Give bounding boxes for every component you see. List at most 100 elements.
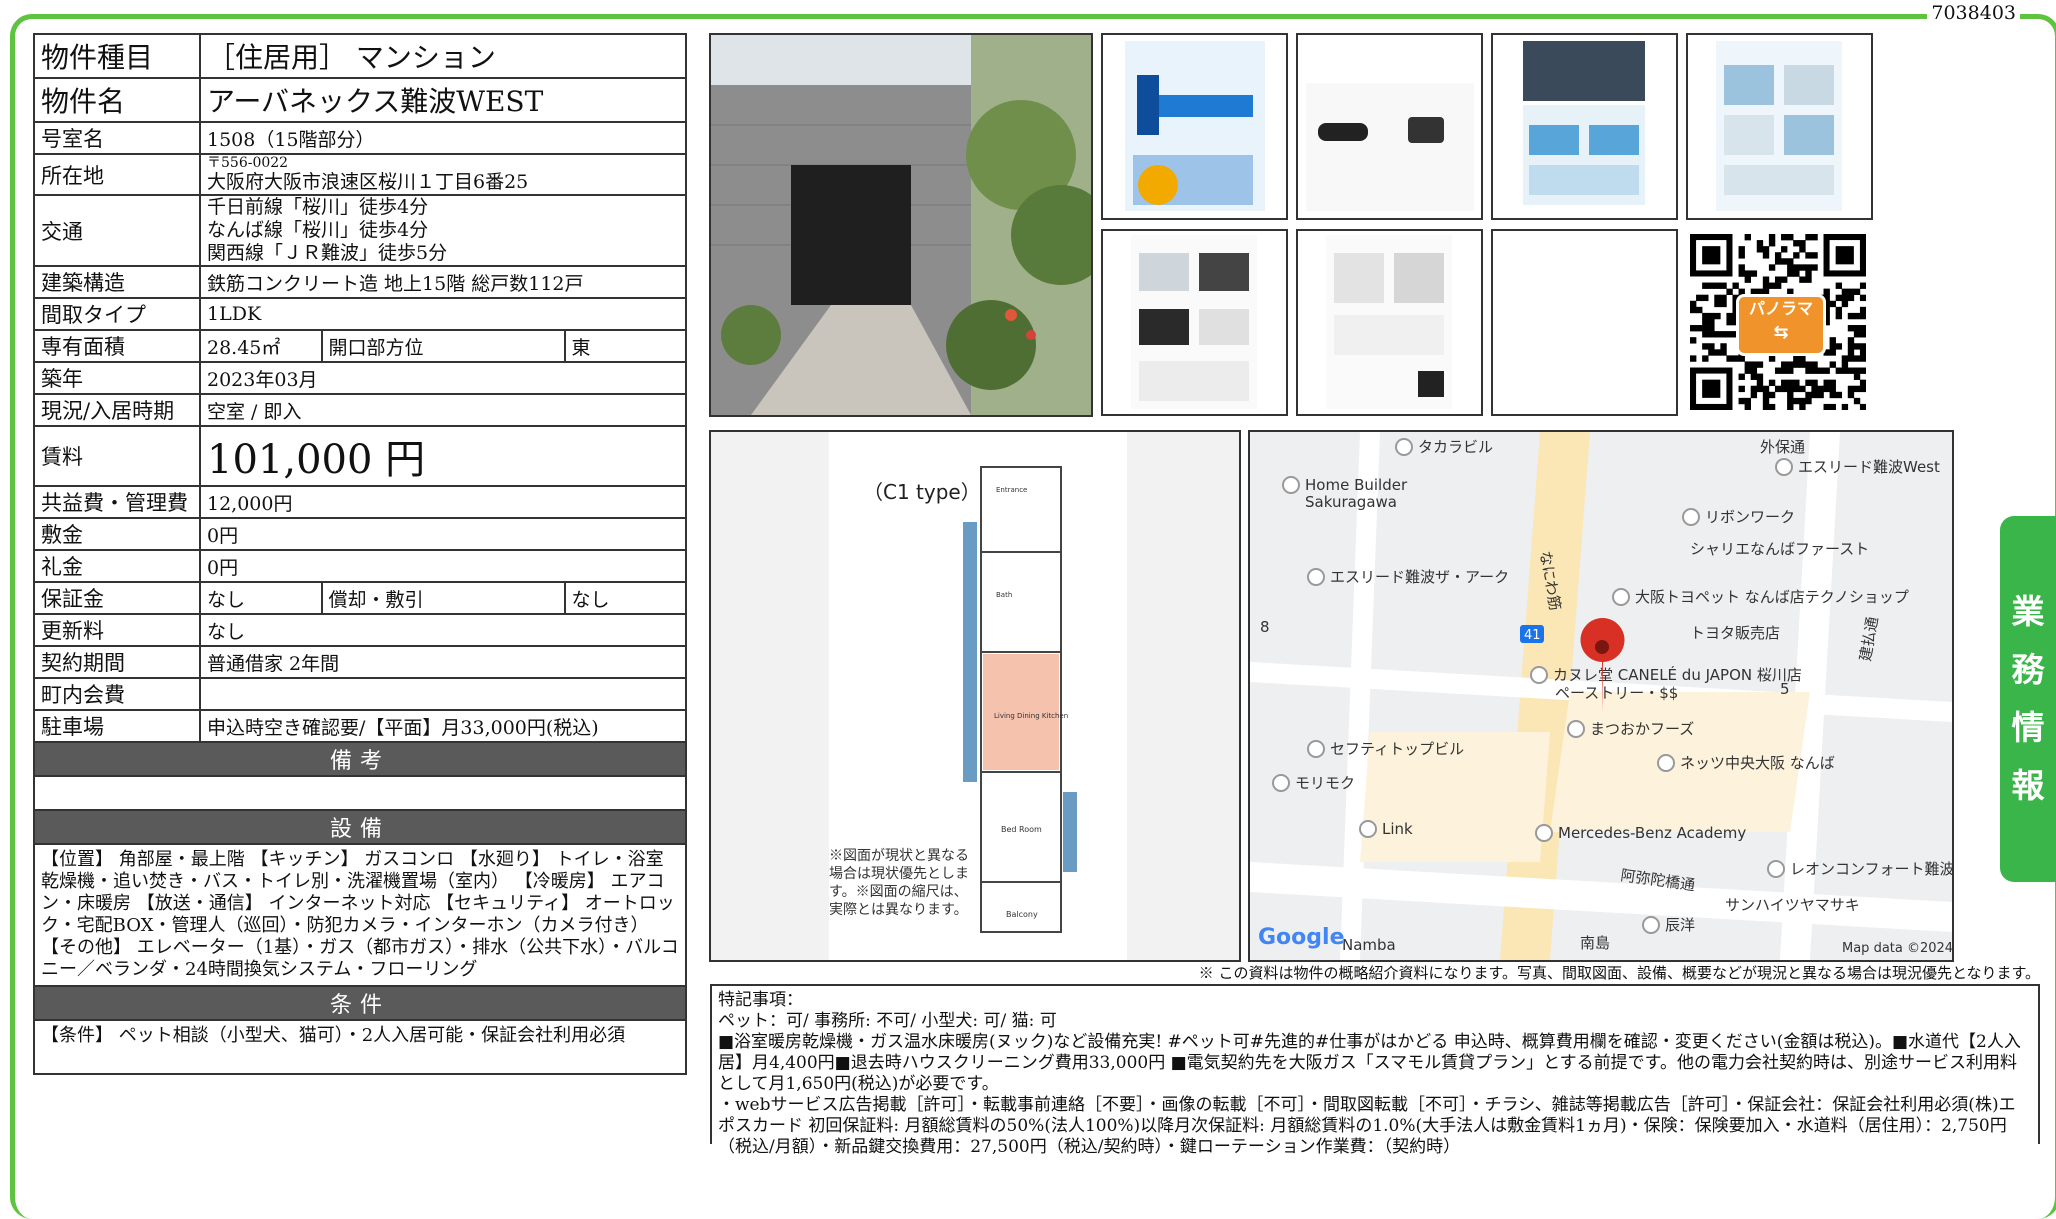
map-label: レオンコンフォート難波 <box>1790 860 1952 878</box>
built-value: 2023年03月 <box>199 361 687 395</box>
amortization-value: なし <box>563 581 687 615</box>
renewal-label: 更新料 <box>33 613 201 647</box>
map-label: ネッツ中央大阪 なんば <box>1680 754 1835 772</box>
access-label: 交通 <box>33 194 201 267</box>
building-photo <box>709 33 1093 417</box>
map-poi-pin-icon[interactable] <box>1657 754 1675 772</box>
deposit-label: 敷金 <box>33 517 201 551</box>
area-value: 28.45㎡ <box>199 329 323 363</box>
side-tab-char: 情 <box>2011 708 2045 747</box>
access-line: なんば線「桜川」徒歩4分 <box>207 219 429 241</box>
guarantee-value: なし <box>199 581 323 615</box>
room-label: 号室名 <box>33 121 201 155</box>
map-label: 5 <box>1780 680 1790 698</box>
business-info-tab[interactable]: 業 務 情 報 <box>2000 516 2056 882</box>
deposit-value: 0円 <box>199 517 687 551</box>
special-notes: 特記事項： ペット：可/ 事務所: 不可/ 小型犬: 可/ 猫: 可 ■浴室暖房… <box>710 984 2040 1157</box>
access-line: 千日前線「桜川」徒歩4分 <box>207 196 429 218</box>
location-map[interactable]: タカラビル 外保通 エスリード難波West Home Builder Sakuragaw… <box>1248 430 1954 962</box>
map-label: モリモク <box>1295 774 1355 792</box>
map-label: カヌレ堂 CANELÉ du JAPON 桜川店 <box>1553 665 1802 684</box>
brochure-thumb-rooms <box>1101 229 1288 416</box>
map-label: Namba <box>1342 936 1396 954</box>
map-label: 辰洋 <box>1665 916 1695 934</box>
structure-value: 鉄筋コンクリート造 地上15階 総戸数112戸 <box>199 265 687 299</box>
map-label: サンハイツヤマサキ <box>1725 896 1860 914</box>
address-label: 所在地 <box>33 153 201 196</box>
status-label: 現況/入居時期 <box>33 393 201 427</box>
built-label: 築年 <box>33 361 201 395</box>
brochure-thumb-speaker <box>1296 33 1483 220</box>
map-poi-pin-icon[interactable] <box>1307 568 1325 586</box>
map-label: 南島 <box>1580 934 1610 952</box>
map-poi-pin-icon[interactable] <box>1612 588 1630 606</box>
building-photo-art <box>711 35 1091 415</box>
map-poi-pin-icon[interactable] <box>1307 740 1325 758</box>
spec-table: 物件種目 ［住居用］ マンション 物件名 アーバネックス難波WEST 号室名 1508… <box>33 33 687 1075</box>
rent-value: 101,000 円 <box>199 425 687 487</box>
map-poi-pin-icon[interactable] <box>1767 860 1785 878</box>
map-poi-pin-icon[interactable] <box>1535 824 1553 842</box>
area-label: 専有面積 <box>33 329 201 363</box>
route-shield-label: 41 <box>1524 628 1541 643</box>
parking-label: 駐車場 <box>33 709 201 743</box>
panorama-qr-code[interactable]: パノラマ ⇆ <box>1690 234 1867 411</box>
side-tab-char: 報 <box>2011 766 2045 805</box>
brochure-thumb-blank <box>1491 229 1678 416</box>
direction-value: 東 <box>563 329 687 363</box>
bath-label: Bath <box>996 591 1012 599</box>
facilities-body: 【位置】 角部屋・最上階 【キッチン】 ガスコンロ 【水廻り】 トイレ・浴室乾燥… <box>33 843 687 987</box>
document-id: 7038403 <box>1927 2 2020 24</box>
layout-value: 1LDK <box>199 297 687 331</box>
map-poi-pin-icon[interactable] <box>1682 508 1700 526</box>
map-poi-pin-icon[interactable] <box>1642 916 1660 934</box>
special-notes-pets: ペット：可/ 事務所: 不可/ 小型犬: 可/ 猫: 可 <box>718 1011 1057 1031</box>
google-logo: Google <box>1258 925 1345 950</box>
special-notes-equipment: ■浴室暖房乾燥機・ガス温水床暖房(ヌック)など設備充実! #ペット可#先進的#仕… <box>718 1032 2021 1094</box>
map-poi-pin-icon[interactable] <box>1775 458 1793 476</box>
address-value: 大阪府大阪市浪速区桜川１丁目6番25 <box>207 171 529 193</box>
floor-plan-note: ※図面が現状と異なる場合は現状優先とします。※図面の縮尺は、実際とは異なります。 <box>829 848 969 918</box>
map-label: セフティトップビル <box>1330 740 1464 758</box>
brochure-thumb-fiber <box>1101 33 1288 220</box>
map-poi-pin-icon[interactable] <box>1567 720 1585 738</box>
conditions-body: 【条件】 ペット相談（小型犬、猫可）・2人入居可能・保証会社利用必須 <box>33 1019 687 1075</box>
status-value: 空室 / 即入 <box>199 393 687 427</box>
town-fee-label: 町内会費 <box>33 677 201 711</box>
fee-label: 共益費・管理費 <box>33 485 201 519</box>
map-label: まつおかフーズ <box>1590 720 1694 738</box>
type-value: ［住居用］ マンション <box>199 33 687 79</box>
panorama-label: パノラマ <box>1748 299 1813 318</box>
room-value: 1508（15階部分） <box>199 121 687 155</box>
map-label: 外保通 <box>1760 438 1805 456</box>
floor-plan-title: （C1 type） <box>863 480 981 504</box>
map-poi-pin-icon[interactable] <box>1395 438 1413 456</box>
access-line: 関西線「ＪＲ難波」徒歩5分 <box>207 242 448 264</box>
direction-label: 開口部方位 <box>320 329 566 363</box>
contract-value: 普通借家 2年間 <box>199 645 687 679</box>
map-label: 大阪トヨペット なんば店テクノショップ <box>1635 588 1909 606</box>
entrance-label: Entrance <box>996 486 1027 494</box>
map-poi-pin-icon[interactable] <box>1530 666 1548 684</box>
map-label: Sakuragawa <box>1305 493 1397 511</box>
map-canvas: タカラビル 外保通エスリード難波West Home BuilderSakuragaw… <box>1250 432 1952 960</box>
side-tab-char: 務 <box>2011 650 2045 689</box>
bedroom-label: Bed Room <box>1001 825 1042 834</box>
brochure-thumb-pets <box>1296 229 1483 416</box>
map-poi-pin-icon[interactable] <box>1359 820 1377 838</box>
fee-value: 12,000円 <box>199 485 687 519</box>
key-money-value: 0円 <box>199 549 687 583</box>
floor-plan: （C1 type） Living Dining Kitchen Bed Room… <box>709 430 1241 962</box>
remarks-heading: 備考 <box>33 741 687 777</box>
disclaimer: ※ この資料は物件の概略紹介資料になります。写真、間取図面、設備、概要などが現況… <box>1198 964 2040 982</box>
map-poi-pin-icon[interactable] <box>1272 774 1290 792</box>
contract-label: 契約期間 <box>33 645 201 679</box>
special-notes-heading: 特記事項： <box>718 990 803 1010</box>
map-poi-pin-icon[interactable] <box>1282 476 1300 494</box>
panorama-badge: パノラマ ⇆ <box>1736 294 1826 356</box>
layout-label: 間取タイプ <box>33 297 201 331</box>
map-label: ペーストリー・$$ <box>1555 684 1678 702</box>
map-label: エスリード難波West <box>1798 458 1940 476</box>
map-label: タカラビル <box>1418 438 1493 456</box>
map-label: Mercedes-Benz Academy <box>1558 824 1746 842</box>
